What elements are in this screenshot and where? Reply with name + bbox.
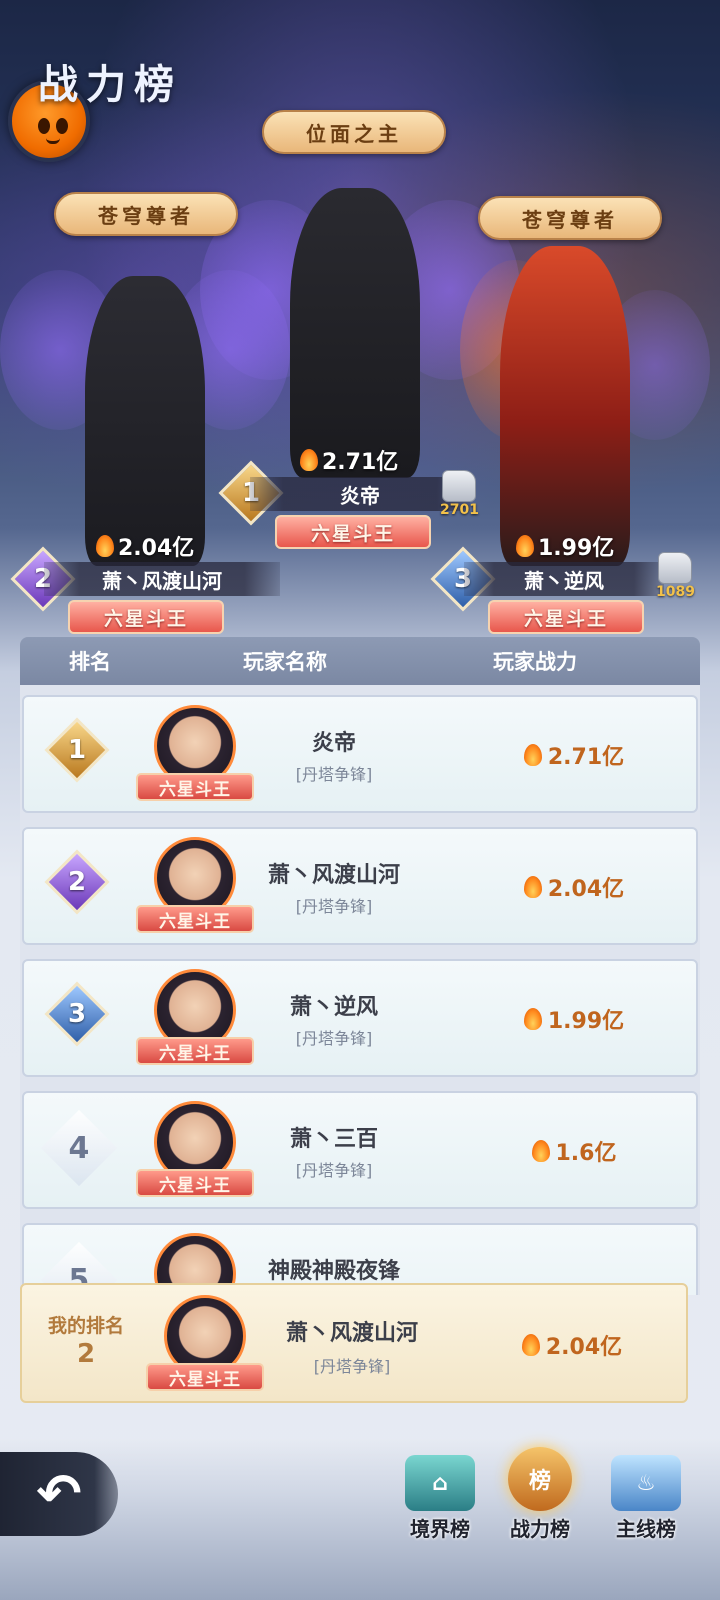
guild-tag: [丹塔争锋] [313,1357,391,1376]
header-rank: 排名 [69,650,111,674]
player-name: 炎帝 [311,731,356,756]
player-power: 1.6亿 [464,1135,684,1167]
page-title: 战力榜 [38,62,182,108]
flame-icon [523,1008,542,1030]
podium-third-power: 1.99亿 [516,530,614,562]
ranking-scroll-icon: 榜 [508,1447,572,1511]
player-power: 2.04亿 [464,871,684,903]
podium-first-title-badge: 六星斗王 [275,515,431,549]
table-row[interactable]: 3 六星斗王 萧丶逆风 [丹塔争锋] 1.99亿 [22,959,698,1077]
ranking-list[interactable]: 1 六星斗王 炎帝 [丹塔争锋] 2.71亿 2 六星斗王 萧丶风渡山河 [丹塔… [20,685,700,1295]
pagoda-icon: ⌂ [405,1455,475,1511]
my-rank-number: 2 [76,1339,96,1369]
flame-icon [96,535,114,557]
podium-first-character[interactable] [290,188,420,478]
player-name: 萧丶风渡山河 [285,1321,418,1346]
podium-third-character[interactable] [500,246,630,566]
back-arrow-icon: ↶ [36,1462,82,1525]
podium-second-character[interactable] [85,276,205,566]
table-row[interactable]: 2 六星斗王 萧丶风渡山河 [丹塔争锋] 2.04亿 [22,827,698,945]
podium-second-banner: 苍穹尊者 [54,192,238,236]
my-rank-card[interactable]: 我的排名 2 六星斗王 萧丶风渡山河 [丹塔争锋] 2.04亿 [20,1283,688,1403]
flame-icon [523,876,542,898]
flame-icon [300,449,318,471]
player-name: 萧丶风渡山河 [267,863,400,888]
header-name: 玩家名称 [243,650,327,674]
podium-first-like[interactable]: 2701 [440,470,479,518]
flame-icon [516,535,534,557]
rank-plain-badge: 4 [40,1109,118,1187]
podium-second-name: 萧丶风渡山河 [44,562,280,596]
back-button[interactable]: ↶ [0,1452,118,1536]
player-power: 1.99亿 [464,1003,684,1035]
rank-gem-icon: 3 [44,981,110,1047]
player-name: 萧丶三百 [289,1127,378,1152]
table-row[interactable]: 4 六星斗王 萧丶三百 [丹塔争锋] 1.6亿 [22,1091,698,1209]
flame-icon [531,1140,550,1162]
table-row[interactable]: 1 六星斗王 炎帝 [丹塔争锋] 2.71亿 [22,695,698,813]
blue-flame-icon: ♨ [611,1455,681,1511]
podium-second-title-badge: 六星斗王 [68,600,224,634]
player-name: 神殿神殿夜锋 [267,1259,400,1284]
title-badge: 六星斗王 [146,1363,264,1391]
podium-third-like[interactable]: 1089 [656,552,695,600]
table-header: 排名 玩家名称 玩家战力 [20,637,700,685]
thumbs-up-icon[interactable] [658,552,693,584]
rank-gem-icon: 1 [44,717,110,783]
tab-jingjie[interactable]: ⌂ 境界榜 [392,1446,488,1542]
player-name: 萧丶逆风 [289,995,378,1020]
guild-tag: [丹塔争锋] [295,765,373,784]
avatar[interactable]: 六星斗王 [146,1295,264,1391]
player-power: 2.71亿 [464,739,684,771]
header-power: 玩家战力 [493,650,577,674]
thumbs-up-icon[interactable] [442,470,477,502]
guild-tag: [丹塔争锋] [295,1029,373,1048]
podium-first-name: 炎帝 [250,477,470,511]
podium-third-banner: 苍穹尊者 [478,196,662,240]
guild-tag: [丹塔争锋] [295,897,373,916]
flame-icon [523,744,542,766]
tab-zhanli[interactable]: 榜 战力榜 [492,1446,588,1542]
flame-icon [521,1334,540,1356]
my-rank-label: 我的排名 [47,1315,124,1337]
rank-gem-icon: 2 [44,849,110,915]
tab-zhuxian[interactable]: ♨ 主线榜 [598,1446,694,1542]
player-power: 2.04亿 [462,1329,682,1361]
podium-first-power: 2.71亿 [300,444,398,476]
podium-third-name: 萧丶逆风 [464,562,664,596]
podium-first-banner: 位面之主 [262,110,446,154]
podium-third-title-badge: 六星斗王 [488,600,644,634]
guild-tag: [丹塔争锋] [295,1161,373,1180]
podium-second-power: 2.04亿 [96,530,194,562]
